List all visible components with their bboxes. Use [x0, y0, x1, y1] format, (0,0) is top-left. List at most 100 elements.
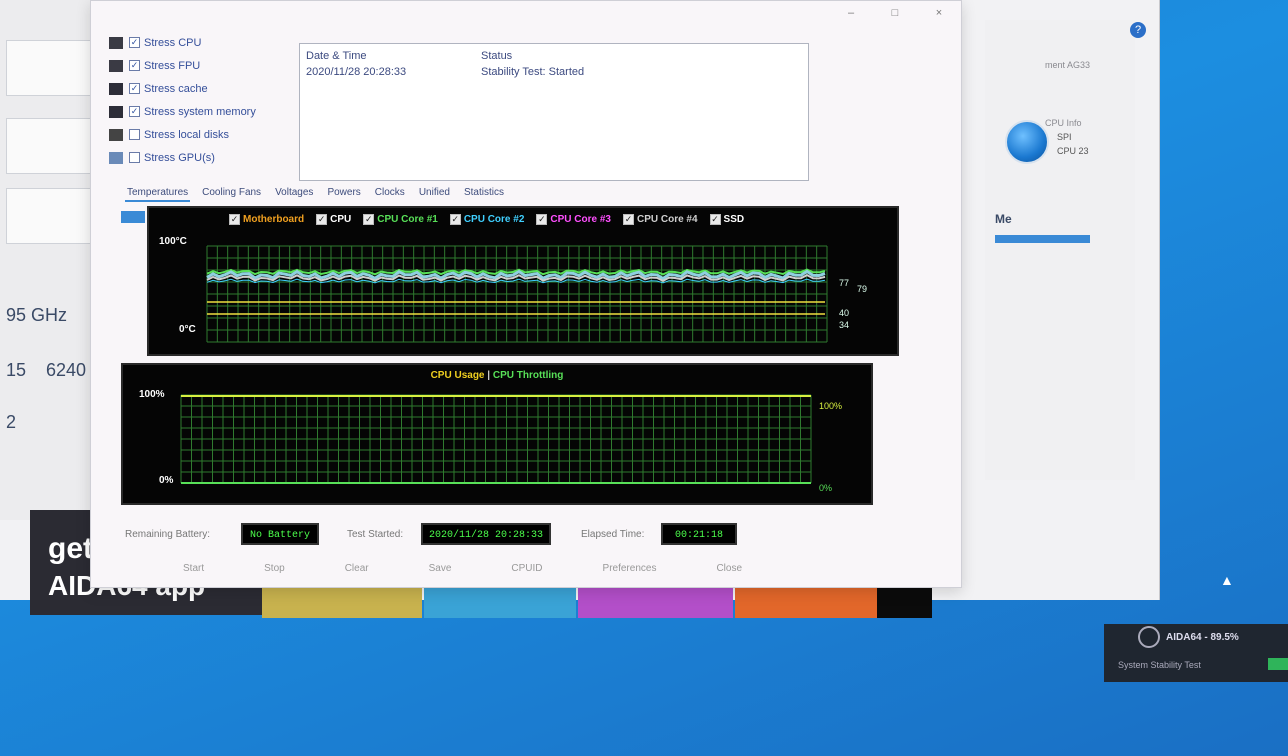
tab-clocks[interactable]: Clocks [373, 185, 407, 202]
legend-checkbox[interactable]: ✓ [709, 214, 721, 225]
legend-label: CPU Core #4 [636, 214, 698, 225]
legend-item[interactable]: ✓ SSD [709, 214, 745, 225]
cpuid-button[interactable]: CPUID [511, 563, 542, 574]
background-right-label: Me [995, 212, 1012, 226]
legend-item[interactable]: ✓ CPU Core #4 [622, 214, 698, 225]
stress-option[interactable]: Stress local disks [109, 123, 299, 146]
background-card[interactable] [6, 118, 102, 174]
legend-label: CPU [330, 214, 352, 225]
table-row[interactable]: 2020/11/28 20:28:33 Stability Test: Star… [300, 66, 808, 78]
tab-cooling-fans[interactable]: Cooling Fans [200, 185, 263, 202]
legend-checkbox[interactable]: ✓ [536, 214, 548, 225]
clear-button[interactable]: Clear [345, 563, 369, 574]
legend-item[interactable]: ✓ CPU Core #1 [363, 214, 438, 225]
legend-checkbox[interactable]: ✓ [316, 214, 328, 225]
stress-option-label: Stress CPU [144, 36, 202, 49]
tab-statistics[interactable]: Statistics [462, 185, 506, 202]
tab-unified[interactable]: Unified [417, 185, 452, 202]
stress-option[interactable]: ✓ Stress cache [109, 77, 299, 100]
background-metric: 95 GHz [6, 305, 68, 325]
background-right-panel: ment AG33 CPU Info SPI CPU 23 Me [985, 20, 1135, 480]
y-axis-top-label: 100% [139, 389, 165, 400]
stress-options: ✓ Stress CPU ✓ Stress FPU ✓ Stress cache ✓ Stre… [109, 31, 299, 169]
temperature-value-label: 77 [839, 278, 850, 288]
stress-checkbox[interactable] [129, 152, 140, 163]
legend-item[interactable]: ✓ Motherboard [229, 214, 304, 225]
stability-test-dialog: – □ × ✓ Stress CPU ✓ Stress FPU ✓ Stress cach… [90, 0, 962, 588]
stress-option[interactable]: Stress GPU(s) [109, 146, 299, 169]
log-header-datetime: Date & Time [306, 50, 367, 62]
y-axis-bottom-label: 0% [159, 475, 174, 486]
stress-checkbox[interactable]: ✓ [129, 37, 140, 48]
chart-tabs: Temperatures Cooling Fans Voltages Powers Cl… [125, 185, 506, 202]
stress-option[interactable]: ✓ Stress CPU [109, 31, 299, 54]
background-metric: 15 [6, 360, 27, 380]
cpu-usage-chart: CPU Usage | CPU Throttling 100% 0% 100% … [121, 363, 873, 505]
window-controls: – □ × [837, 5, 953, 21]
legend-label: SSD [723, 214, 745, 225]
log-cell-status: Stability Test: Started [481, 66, 585, 78]
usage-chart-title: CPU Usage | CPU Throttling [123, 370, 871, 381]
gauge-label: CPU 23 [1057, 146, 1089, 156]
stop-button[interactable]: Stop [264, 563, 285, 574]
tab-indicator [121, 211, 145, 223]
tray-notification[interactable]: AIDA64 - 89.5% System Stability Test [1104, 624, 1288, 682]
banner-line: get [48, 532, 93, 565]
stress-option-label: Stress local disks [144, 128, 229, 141]
disk-icon [109, 128, 123, 141]
log-header-status: Status [481, 50, 513, 62]
stress-option-label: Stress system memory [144, 105, 256, 118]
legend-checkbox[interactable]: ✓ [622, 214, 634, 225]
temperature-chart: ✓ Motherboard ✓ CPU ✓ CPU Core #1 ✓ CPU Core #2… [147, 206, 899, 356]
background-card[interactable] [6, 40, 102, 96]
temperature-value-label: 34 [839, 320, 850, 330]
gauge-icon [1005, 120, 1049, 164]
background-metric: 2 [6, 412, 17, 432]
status-fields: Remaining Battery: No Battery Test Start… [125, 521, 945, 549]
minimize-button[interactable]: – [837, 5, 865, 21]
remaining-battery-value: No Battery [241, 523, 319, 545]
start-button[interactable]: Start [183, 563, 204, 574]
maximize-button[interactable]: □ [881, 5, 909, 21]
cache-icon [109, 82, 123, 95]
gauge-label: SPI [1057, 132, 1072, 142]
tab-voltages[interactable]: Voltages [273, 185, 315, 202]
stress-checkbox[interactable]: ✓ [129, 106, 140, 117]
tray-title: AIDA64 - 89.5% [1166, 632, 1239, 643]
remaining-battery-label: Remaining Battery: [125, 529, 211, 540]
legend-checkbox[interactable]: ✓ [449, 214, 461, 225]
background-right-text: CPU Info [1045, 118, 1082, 128]
close-button[interactable]: Close [716, 563, 742, 574]
tray-status-indicator [1268, 658, 1288, 670]
save-button[interactable]: Save [429, 563, 452, 574]
temperature-legend: ✓ Motherboard ✓ CPU ✓ CPU Core #1 ✓ CPU Core #2… [229, 214, 744, 225]
log-cell-datetime: 2020/11/28 20:28:33 [306, 66, 407, 78]
usage-value-label: 100% [819, 401, 843, 411]
usage-title-separator: | [487, 370, 491, 381]
stress-option-label: Stress cache [144, 82, 208, 95]
stress-checkbox[interactable]: ✓ [129, 60, 140, 71]
legend-item[interactable]: ✓ CPU Core #3 [536, 214, 611, 225]
tab-powers[interactable]: Powers [325, 185, 362, 202]
preferences-button[interactable]: Preferences [603, 563, 657, 574]
legend-checkbox[interactable]: ✓ [229, 214, 240, 225]
legend-checkbox[interactable]: ✓ [363, 214, 375, 225]
stress-option[interactable]: ✓ Stress FPU [109, 54, 299, 77]
temperature-value-label: 40 [839, 308, 850, 318]
legend-item[interactable]: ✓ CPU Core #2 [449, 214, 525, 225]
elapsed-time-value: 00:21:18 [661, 523, 737, 545]
legend-label: Motherboard [243, 214, 305, 225]
stress-option-label: Stress FPU [144, 59, 201, 72]
temperature-value-label: 79 [857, 284, 868, 294]
tab-temperatures[interactable]: Temperatures [125, 185, 191, 202]
background-card[interactable] [6, 188, 102, 244]
stress-checkbox[interactable]: ✓ [129, 83, 140, 94]
stress-checkbox[interactable] [129, 129, 140, 140]
progress-bar [995, 235, 1090, 243]
legend-item[interactable]: ✓ CPU [316, 214, 351, 225]
close-button[interactable]: × [925, 5, 953, 21]
legend-label: CPU Core #2 [463, 214, 525, 225]
help-icon[interactable]: ? [1130, 22, 1146, 38]
log-header: Date & Time Status [300, 44, 808, 66]
stress-option[interactable]: ✓ Stress system memory [109, 100, 299, 123]
